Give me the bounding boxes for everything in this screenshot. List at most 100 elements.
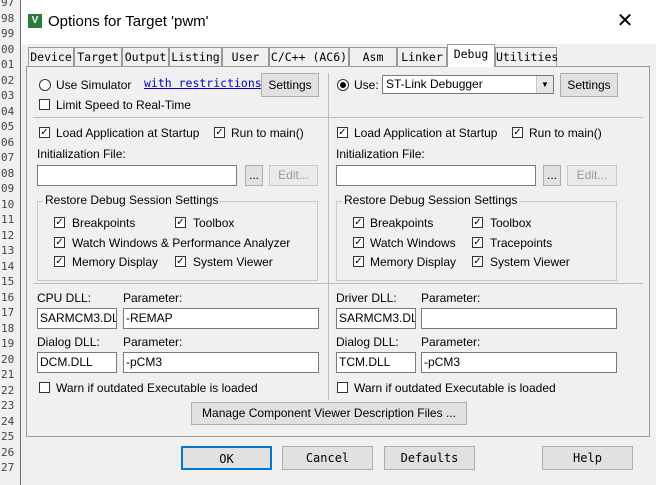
cancel-button[interactable]: Cancel [282,446,373,470]
use-label: Use: [354,78,379,92]
left-dialog-dll-input[interactable]: DCM.DLL [37,352,117,373]
right-dialog-param-input[interactable]: -pCM3 [421,352,617,373]
left-dialog-dll-label: Dialog DLL: [37,335,100,349]
gutter-line-number: 04 [1,104,15,118]
right-edit-button[interactable]: Edit... [567,165,617,186]
ok-button[interactable]: OK [181,446,272,470]
left-run-to-main-checkbox[interactable]: ✓ [214,127,225,138]
use-simulator-radio[interactable] [39,79,51,91]
left-warn-checkbox[interactable] [39,382,50,393]
left-breakpoints-checkbox[interactable]: ✓ [54,217,65,228]
left-browse-button[interactable]: ... [245,165,263,186]
gutter-line-number: 06 [1,135,15,149]
gutter-line-number: 97 [1,0,15,9]
right-run-to-main-checkbox[interactable]: ✓ [512,127,523,138]
gutter-line-number: 27 [1,461,15,474]
tab-target[interactable]: Target [74,47,122,66]
tab-user[interactable]: User [222,47,269,66]
right-dialog-dll-input[interactable]: TCM.DLL [336,352,416,373]
debugger-select[interactable]: ST-Link Debugger ▼ [382,75,554,94]
gutter-line-number: 07 [1,151,15,164]
manage-component-viewer-button[interactable]: Manage Component Viewer Description File… [191,402,467,425]
left-system-viewer-checkbox[interactable]: ✓ [175,256,186,267]
gutter-line-number: 21 [1,368,15,381]
left-init-file-input[interactable] [37,165,237,186]
title-bar: V Options for Target 'pwm' ✕ [21,0,656,44]
left-run-to-main-label: Run to main() [231,126,304,140]
left-breakpoints-label: Breakpoints [72,216,136,230]
right-breakpoints-checkbox[interactable]: ✓ [353,217,364,228]
gutter-line-number: 09 [1,182,15,195]
gutter-line-number: 26 [1,445,15,459]
driver-dll-label: Driver DLL: [336,291,397,305]
cpu-dll-input[interactable]: SARMCM3.DLL [37,308,117,329]
tab-debug[interactable]: Debug [447,44,495,67]
right-dialog-dll-label: Dialog DLL: [336,335,399,349]
gutter-line-number: 23 [1,399,15,412]
limit-speed-label: Limit Speed to Real-Time [56,98,191,112]
gutter-line-number: 13 [1,244,15,257]
left-edit-button[interactable]: Edit... [269,165,318,186]
tab-device[interactable]: Device [28,47,74,66]
tab-output[interactable]: Output [122,47,169,66]
gutter-line-number: 03 [1,89,15,102]
tab-strip: Device Target Output Listing User C/C++ … [26,44,650,67]
tab-linker[interactable]: Linker [397,47,447,66]
debugger-settings-button[interactable]: Settings [560,73,618,97]
left-warn-label: Warn if outdated Executable is loaded [56,381,258,395]
defaults-button[interactable]: Defaults [384,446,475,470]
debugger-select-value: ST-Link Debugger [386,77,483,91]
left-watch-checkbox[interactable]: ✓ [54,237,65,248]
right-init-file-input[interactable] [336,165,536,186]
right-breakpoints-label: Breakpoints [370,216,434,230]
right-warn-checkbox[interactable] [337,382,348,393]
right-tracepoints-checkbox[interactable]: ✓ [472,237,483,248]
right-memory-checkbox[interactable]: ✓ [353,256,364,267]
right-toolbox-label: Toolbox [490,216,532,230]
driver-param-input[interactable] [421,308,617,329]
gutter-line-number: 18 [1,321,15,335]
gutter-line-number: 14 [1,259,15,273]
left-toolbox-checkbox[interactable]: ✓ [175,217,186,228]
tab-asm[interactable]: Asm [349,47,397,66]
tab-listing[interactable]: Listing [169,47,222,66]
right-browse-button[interactable]: ... [543,165,561,186]
gutter-line-number: 05 [1,120,15,133]
gutter-line-number: 22 [1,383,15,397]
restrictions-link[interactable]: with restrictions [144,76,262,90]
close-icon[interactable]: ✕ [613,9,637,33]
use-debugger-radio[interactable] [337,79,349,91]
right-tracepoints-label: Tracepoints [490,236,553,250]
cpu-param-input[interactable]: -REMAP [123,308,319,329]
simulator-settings-button[interactable]: Settings [261,73,319,97]
left-memory-checkbox[interactable]: ✓ [54,256,65,267]
help-button[interactable]: Help [542,446,633,470]
gutter-line-number: 08 [1,166,15,180]
left-load-app-label: Load Application at Startup [56,126,200,140]
driver-dll-input[interactable]: SARMCM3.DLL [336,308,416,329]
right-watch-checkbox[interactable]: ✓ [353,237,364,248]
right-dialog-param-label: Parameter: [421,335,481,349]
gutter-line-number: 99 [1,27,15,40]
gutter-line-number: 20 [1,352,15,366]
right-system-viewer-checkbox[interactable]: ✓ [472,256,483,267]
chevron-down-icon[interactable]: ▼ [536,76,553,93]
tab-cpp[interactable]: C/C++ (AC6) [269,47,349,66]
limit-speed-checkbox[interactable] [39,99,50,110]
tab-utilities[interactable]: Utilities [495,47,558,66]
cpu-param-label: Parameter: [123,291,183,305]
left-dialog-param-input[interactable]: -pCM3 [123,352,319,373]
right-toolbox-checkbox[interactable]: ✓ [472,217,483,228]
right-load-app-checkbox[interactable]: ✓ [337,127,348,138]
gutter-line-number: 24 [1,414,15,428]
right-init-file-label: Initialization File: [336,147,425,161]
left-load-app-checkbox[interactable]: ✓ [39,127,50,138]
gutter-line-number: 00 [1,42,15,56]
column-separator [328,73,329,400]
left-dialog-param-label: Parameter: [123,335,183,349]
right-memory-label: Memory Display [370,255,457,269]
left-system-viewer-label: System Viewer [193,255,273,269]
left-init-file-label: Initialization File: [37,147,126,161]
right-run-to-main-label: Run to main() [529,126,602,140]
right-watch-label: Watch Windows [370,236,456,250]
